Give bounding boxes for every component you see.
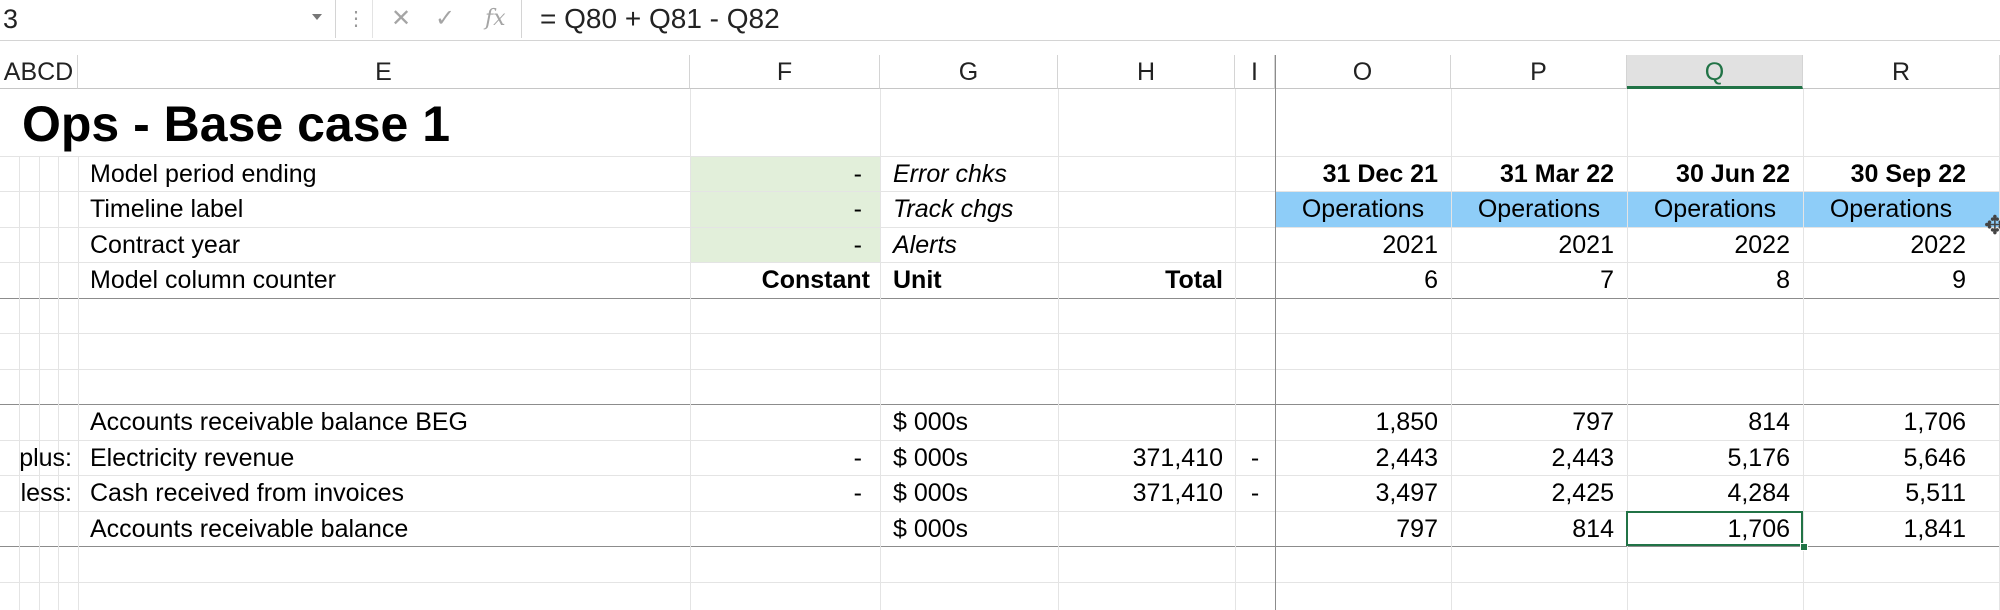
value-electricity-p[interactable]: 2,443 bbox=[1451, 441, 1614, 476]
row-label-electricity-revenue[interactable]: Electricity revenue bbox=[90, 441, 294, 476]
row-label-ar-beg[interactable]: Accounts receivable balance BEG bbox=[90, 405, 468, 440]
value-electricity-r[interactable]: 5,646 bbox=[1803, 441, 1966, 476]
row-label-column-counter[interactable]: Model column counter bbox=[90, 263, 336, 298]
row-label-timeline[interactable]: Timeline label bbox=[90, 192, 243, 227]
value-ar-balance-o[interactable]: 797 bbox=[1275, 512, 1438, 547]
value-ar-balance-r[interactable]: 1,841 bbox=[1803, 512, 1966, 547]
value-cash-q[interactable]: 4,284 bbox=[1627, 476, 1790, 511]
f-timeline[interactable]: - bbox=[690, 192, 862, 227]
timeline-p[interactable]: Operations bbox=[1451, 192, 1627, 227]
formula-input[interactable]: = Q80 + Q81 - Q82 bbox=[540, 3, 780, 35]
value-cash-p[interactable]: 2,425 bbox=[1451, 476, 1614, 511]
unit-ar-balance[interactable]: $ 000s bbox=[893, 512, 968, 547]
prefix-less[interactable]: less: bbox=[0, 476, 72, 511]
column-header-e[interactable]: E bbox=[78, 55, 690, 89]
sheet-title[interactable]: Ops - Base case 1 bbox=[22, 95, 450, 153]
column-header-f[interactable]: F bbox=[690, 55, 880, 89]
name-box-value: 3 bbox=[3, 4, 19, 34]
f-cash-received[interactable]: - bbox=[690, 476, 862, 511]
name-box[interactable]: 3 bbox=[0, 0, 336, 38]
date-p[interactable]: 31 Mar 22 bbox=[1451, 157, 1614, 192]
name-box-dropdown-icon[interactable] bbox=[312, 14, 322, 20]
formula-bar: 3 ⋮ ✕ ✓ fx = Q80 + Q81 - Q82 bbox=[0, 0, 2000, 41]
unit-cash-received[interactable]: $ 000s bbox=[893, 476, 968, 511]
unit-header[interactable]: Unit bbox=[893, 263, 942, 298]
enter-icon[interactable]: ✓ bbox=[435, 4, 455, 33]
value-ar-beg-o[interactable]: 1,850 bbox=[1275, 405, 1438, 440]
year-p[interactable]: 2021 bbox=[1451, 228, 1614, 263]
column-header-r[interactable]: R bbox=[1803, 55, 2000, 89]
total-electricity-revenue[interactable]: 371,410 bbox=[1058, 441, 1223, 476]
counter-p[interactable]: 7 bbox=[1451, 263, 1614, 298]
fill-handle[interactable] bbox=[1800, 543, 1808, 551]
timeline-o[interactable]: Operations bbox=[1275, 192, 1451, 227]
counter-r[interactable]: 9 bbox=[1803, 263, 1966, 298]
f-contract-year[interactable]: - bbox=[690, 228, 862, 263]
grip-icon[interactable]: ⋮ bbox=[346, 6, 366, 31]
error-checks-label[interactable]: Error chks bbox=[893, 157, 1007, 192]
formula-buttons: ✕ ✓ fx bbox=[372, 0, 522, 38]
date-o[interactable]: 31 Dec 21 bbox=[1275, 157, 1438, 192]
constant-header[interactable]: Constant bbox=[690, 263, 870, 298]
counter-q[interactable]: 8 bbox=[1627, 263, 1790, 298]
column-header-g[interactable]: G bbox=[880, 55, 1058, 89]
year-r[interactable]: 2022 bbox=[1803, 228, 1966, 263]
column-header-q[interactable]: Q bbox=[1627, 55, 1803, 89]
row-label-contract-year[interactable]: Contract year bbox=[90, 228, 240, 263]
i-electricity-revenue[interactable]: - bbox=[1235, 441, 1275, 476]
move-cursor-icon: ✥ bbox=[1984, 210, 2000, 240]
column-header-i[interactable]: I bbox=[1235, 55, 1275, 89]
column-header-p[interactable]: P bbox=[1451, 55, 1627, 89]
i-cash-received[interactable]: - bbox=[1235, 476, 1275, 511]
column-header-h[interactable]: H bbox=[1058, 55, 1235, 89]
cancel-icon[interactable]: ✕ bbox=[391, 4, 411, 33]
year-o[interactable]: 2021 bbox=[1275, 228, 1438, 263]
value-ar-beg-r[interactable]: 1,706 bbox=[1803, 405, 1966, 440]
unit-ar-beg[interactable]: $ 000s bbox=[893, 405, 968, 440]
value-ar-beg-p[interactable]: 797 bbox=[1451, 405, 1614, 440]
value-ar-beg-q[interactable]: 814 bbox=[1627, 405, 1790, 440]
row-label-cash-received[interactable]: Cash received from invoices bbox=[90, 476, 404, 511]
value-electricity-o[interactable]: 2,443 bbox=[1275, 441, 1438, 476]
alerts-label[interactable]: Alerts bbox=[893, 228, 957, 263]
date-r[interactable]: 30 Sep 22 bbox=[1803, 157, 1966, 192]
total-cash-received[interactable]: 371,410 bbox=[1058, 476, 1223, 511]
value-electricity-q[interactable]: 5,176 bbox=[1627, 441, 1790, 476]
column-header-o[interactable]: O bbox=[1275, 55, 1451, 89]
f-electricity-revenue[interactable]: - bbox=[690, 441, 862, 476]
row-label-ar-balance[interactable]: Accounts receivable balance bbox=[90, 512, 408, 547]
row-label-model-period[interactable]: Model period ending bbox=[90, 157, 317, 192]
total-header[interactable]: Total bbox=[1058, 263, 1223, 298]
track-changes-label[interactable]: Track chgs bbox=[893, 192, 1013, 227]
value-cash-r[interactable]: 5,511 bbox=[1803, 476, 1966, 511]
active-cell-selection[interactable] bbox=[1626, 511, 1803, 546]
unit-electricity-revenue[interactable]: $ 000s bbox=[893, 441, 968, 476]
date-q[interactable]: 30 Jun 22 bbox=[1627, 157, 1790, 192]
value-cash-o[interactable]: 3,497 bbox=[1275, 476, 1438, 511]
counter-o[interactable]: 6 bbox=[1275, 263, 1438, 298]
prefix-plus[interactable]: plus: bbox=[0, 441, 72, 476]
value-ar-balance-p[interactable]: 814 bbox=[1451, 512, 1614, 547]
timeline-r[interactable]: Operations bbox=[1803, 192, 1979, 227]
f-model-period[interactable]: - bbox=[690, 157, 862, 192]
year-q[interactable]: 2022 bbox=[1627, 228, 1790, 263]
column-header-abcd[interactable]: ABCD bbox=[0, 55, 78, 89]
insert-function-icon[interactable]: fx bbox=[485, 6, 506, 31]
timeline-q[interactable]: Operations bbox=[1627, 192, 1803, 227]
